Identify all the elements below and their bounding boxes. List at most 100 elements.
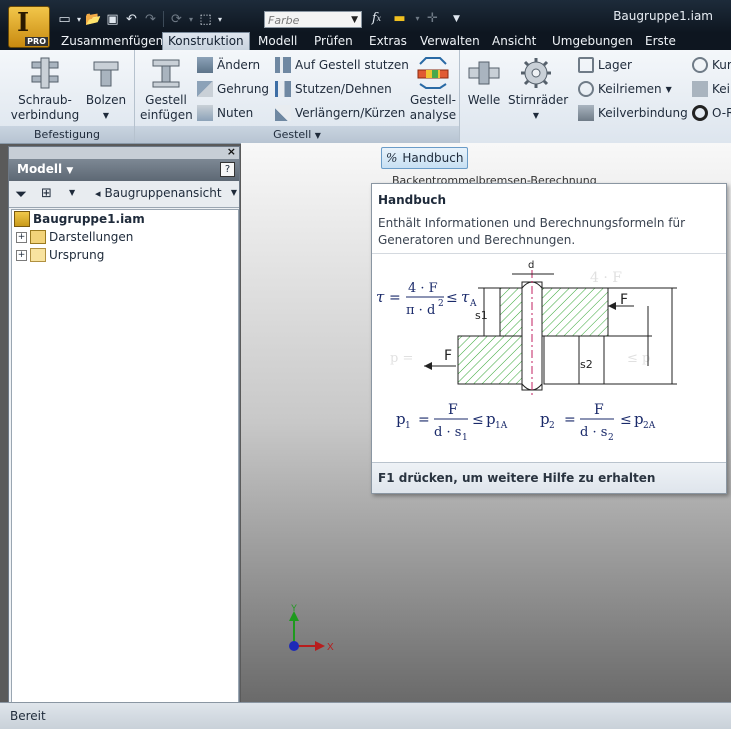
label-force-left: F: [444, 348, 452, 364]
lengthen-icon: [275, 105, 291, 121]
tab-ansicht[interactable]: Ansicht: [487, 33, 541, 50]
keil-button[interactable]: Kei: [692, 80, 730, 98]
schraubverbindung-button[interactable]: Schraub- verbindung: [10, 56, 80, 123]
panel-title-gestell-label: Gestell: [273, 128, 312, 141]
fx-icon[interactable]: fx: [368, 10, 385, 27]
chevron-down-icon[interactable]: ▾: [75, 11, 83, 28]
bolzen-label: Bolzen: [85, 93, 127, 107]
handbuch-button[interactable]: % Handbuch: [381, 147, 468, 169]
chevron-down-icon[interactable]: ▼: [69, 188, 75, 197]
chevron-down-icon: ▼: [314, 131, 321, 140]
aendern-label: Ändern: [217, 58, 261, 72]
color-dropdown[interactable]: Farbe ▼: [264, 11, 362, 28]
assembly-icon: [14, 211, 30, 227]
application-menu-button[interactable]: I PRO: [8, 6, 50, 48]
save-icon[interactable]: ▣: [104, 11, 121, 28]
open-icon[interactable]: 📂: [85, 11, 102, 28]
help-icon[interactable]: ?: [220, 162, 235, 177]
verlaengern-kuerzen-button[interactable]: Verlängern/Kürzen: [275, 104, 405, 122]
move-icon[interactable]: ✛: [424, 10, 441, 27]
expand-icon[interactable]: +: [16, 231, 27, 243]
formula-p2-sub: 2: [549, 421, 555, 431]
frame-analysis-icon: [417, 57, 449, 89]
pro-badge: PRO: [25, 37, 48, 46]
chevron-down-icon: ▼: [66, 166, 74, 176]
measure-icon[interactable]: ▬: [391, 10, 408, 27]
nuten-button[interactable]: Nuten: [197, 104, 253, 122]
stutzen-dehnen-label: Stutzen/Dehnen: [295, 82, 392, 96]
tree-structure-icon[interactable]: ⊞: [41, 186, 52, 201]
chevron-down-icon[interactable]: ▼: [448, 10, 465, 27]
tab-modell[interactable]: Modell: [253, 33, 302, 50]
pin-icon: [93, 61, 119, 87]
tab-umgebungen[interactable]: Umgebungen: [547, 33, 638, 50]
status-text: Bereit: [10, 709, 46, 723]
gestell-einfuegen-label-2: einfügen: [140, 108, 193, 122]
tab-zusammenfuegen[interactable]: Zusammenfügen: [56, 33, 168, 50]
tooltip-description: Enthält Informationen und Berechnungsfor…: [378, 216, 686, 247]
close-icon[interactable]: ×: [227, 145, 236, 158]
auf-gestell-stutzen-label: Auf Gestell stutzen: [295, 58, 409, 72]
v-belt-icon: [578, 81, 594, 97]
formula-denominator-1: π · d: [406, 303, 435, 318]
o-ring-label: O-R: [712, 106, 731, 120]
bolzen-button[interactable]: Bolzen ▼: [82, 56, 130, 123]
gestellanalyse-button[interactable]: Gestell- analyse: [407, 56, 459, 123]
assembly-view-dropdown[interactable]: ◂ Baugruppenansicht: [95, 186, 222, 200]
redo-icon[interactable]: ↷: [142, 11, 159, 28]
auf-gestell-stutzen-button[interactable]: Auf Gestell stutzen: [275, 56, 409, 74]
folder-icon: [30, 248, 46, 262]
expand-icon[interactable]: +: [16, 249, 27, 261]
formula-p2-numerator: F: [594, 402, 604, 418]
new-icon[interactable]: ▭: [56, 11, 73, 28]
chevron-down-icon[interactable]: ▾: [216, 11, 224, 28]
trim-to-frame-icon: [275, 57, 291, 73]
gestellanalyse-label-2: analyse: [409, 108, 457, 122]
schraubverbindung-label-1: Schraub-: [18, 93, 72, 107]
browser-tree: Baugruppe1.iam + Darstellungen + Ursprun…: [11, 209, 239, 703]
gestell-einfuegen-label-1: Gestell: [145, 93, 187, 107]
kurven-button[interactable]: Kur: [692, 56, 731, 74]
formula-numerator-1: 4 · F: [408, 281, 438, 296]
chevron-down-icon[interactable]: ▾: [187, 11, 195, 28]
tree-node-darstellungen[interactable]: + Darstellungen: [16, 229, 133, 245]
tab-erste-schritte[interactable]: Erste Schritte: [640, 33, 731, 65]
tree-node-root[interactable]: Baugruppe1.iam: [14, 211, 145, 227]
keilriemen-button[interactable]: Keilriemen ▼: [578, 80, 672, 98]
chevron-down-icon[interactable]: ▼: [231, 188, 237, 197]
aendern-button[interactable]: Ändern: [197, 56, 260, 74]
stirnraeder-button[interactable]: Stirnräder ▼: [508, 56, 568, 123]
welle-button[interactable]: Welle: [462, 56, 506, 108]
undo-icon[interactable]: ↶: [123, 11, 140, 28]
formula-p2-denominator: d · s: [580, 425, 607, 440]
chevron-down-icon: ▼: [102, 111, 110, 120]
panel-gestell: Gestell einfügen Ändern Gehrung Nuten Au…: [135, 50, 460, 143]
lager-button[interactable]: Lager: [578, 56, 632, 74]
tab-pruefen[interactable]: Prüfen: [309, 33, 358, 50]
gestell-einfuegen-button[interactable]: Gestell einfügen: [140, 56, 193, 123]
tree-node-ursprung[interactable]: + Ursprung: [16, 247, 104, 263]
tab-verwalten[interactable]: Verwalten: [415, 33, 485, 50]
filter-icon[interactable]: ⏷: [15, 185, 27, 203]
browser-title[interactable]: Modell ▼: [17, 162, 73, 176]
update-icon[interactable]: ⟳: [168, 11, 185, 28]
gehrung-button[interactable]: Gehrung: [197, 80, 269, 98]
browser-title-label: Modell: [17, 162, 63, 176]
tab-extras[interactable]: Extras: [364, 33, 412, 50]
handbuch-button-label: Handbuch: [402, 151, 464, 165]
kurven-label: Kur: [712, 58, 731, 72]
browser-toolbar: ⏷ ⊞ ▼ ◂ Baugruppenansicht ▼: [9, 181, 239, 208]
panel-title-gestell[interactable]: Gestell ▼: [135, 126, 459, 143]
verlaengern-kuerzen-label: Verlängern/Kürzen: [295, 106, 406, 120]
stutzen-dehnen-button[interactable]: Stutzen/Dehnen: [275, 80, 392, 98]
frame-insert-icon: [152, 59, 180, 88]
o-ring-button[interactable]: O-R: [692, 104, 731, 122]
keilverbindung-button[interactable]: Keilverbindung: [578, 104, 688, 122]
tooltip-footer-text: F1 drücken, um weitere Hilfe zu erhalten: [378, 471, 656, 485]
tab-konstruktion[interactable]: Konstruktion: [162, 32, 250, 51]
select-icon[interactable]: ⬚: [197, 11, 214, 28]
welle-label: Welle: [467, 93, 501, 107]
browser-grip[interactable]: ×: [9, 145, 239, 159]
handbuch-tooltip: Handbuch Enthält Informationen und Berec…: [371, 183, 727, 494]
formula-p1a-sub: 1A: [495, 421, 508, 431]
